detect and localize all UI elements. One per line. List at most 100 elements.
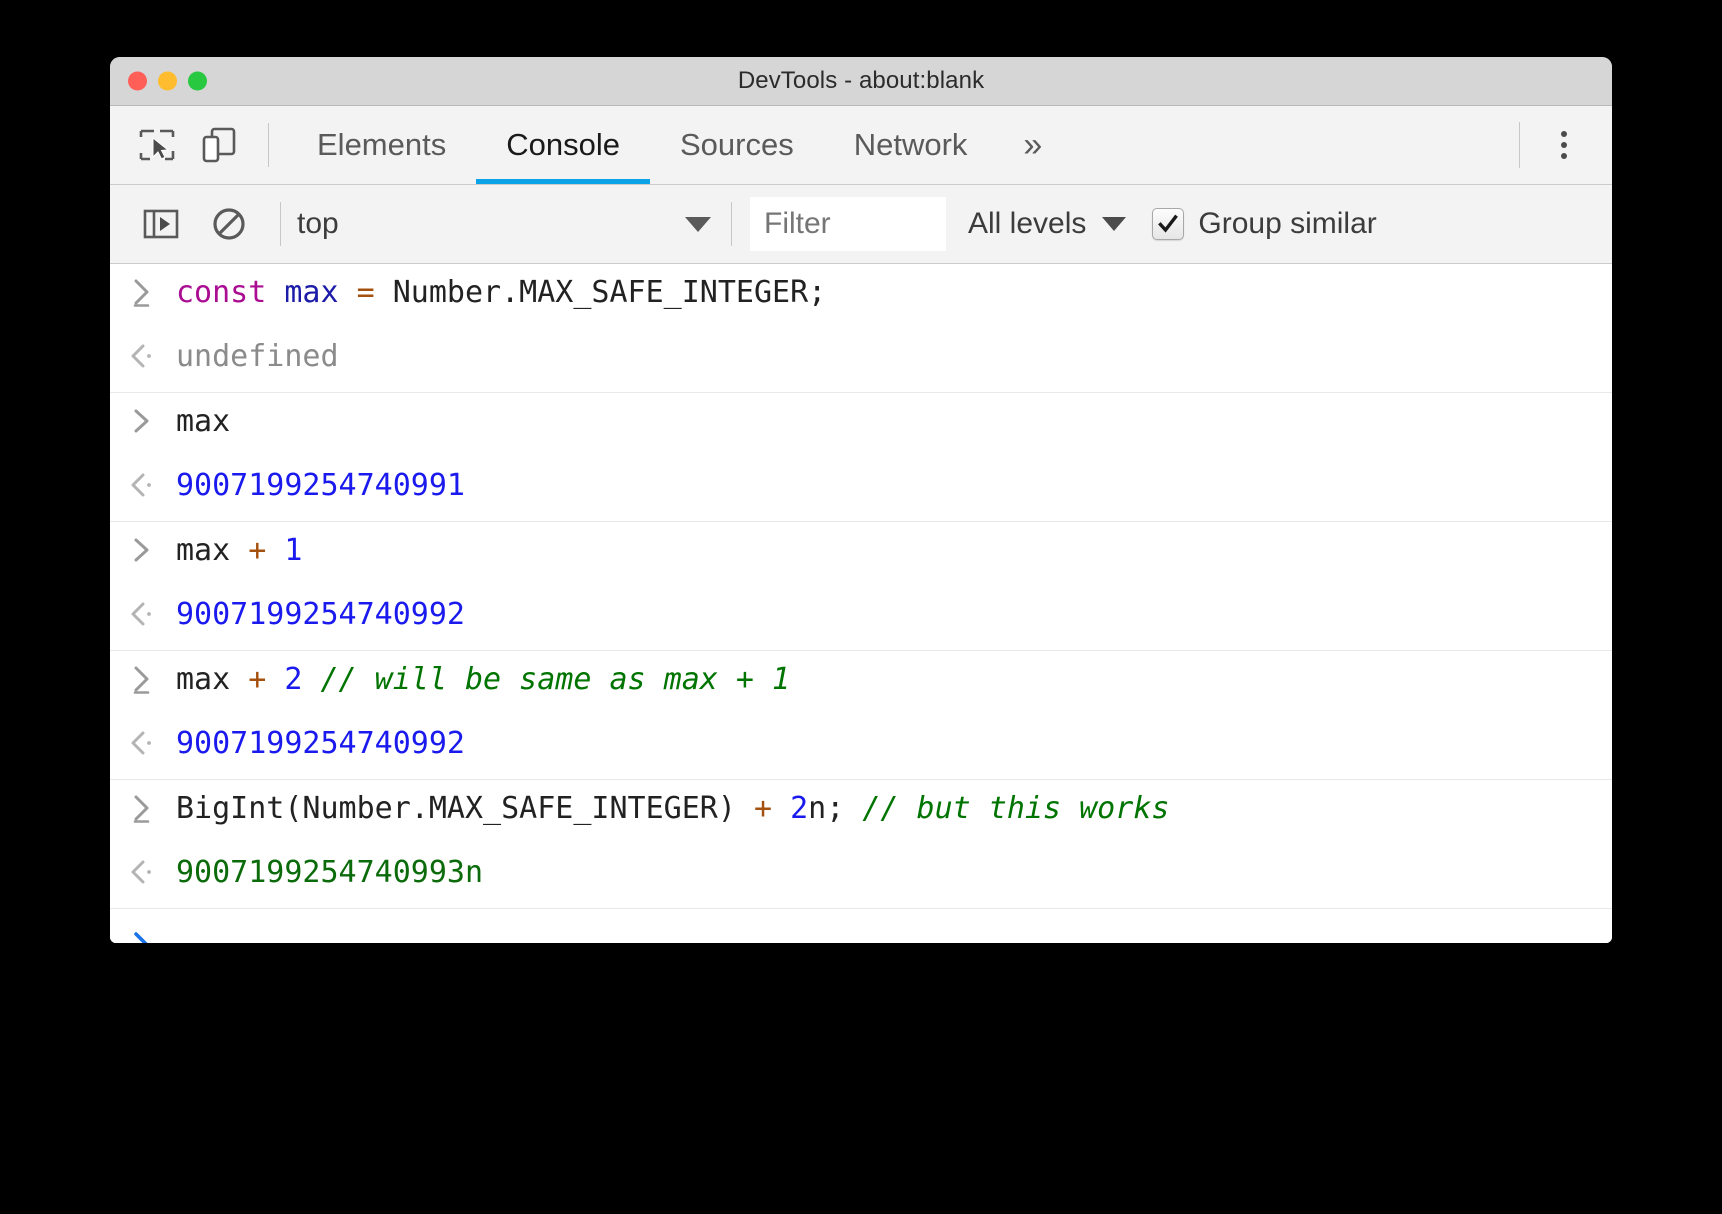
console-input-row[interactable]: max + 1 xyxy=(110,522,1612,586)
token-plain: BigInt(Number.MAX_SAFE_INTEGER) xyxy=(176,791,754,826)
token-plain xyxy=(266,662,284,697)
token-plain xyxy=(339,275,357,310)
token-kw: const xyxy=(176,275,266,310)
tab-network-label: Network xyxy=(854,127,968,163)
more-tabs-label: » xyxy=(1023,126,1042,165)
console-output-text: 9007199254740992 xyxy=(176,595,483,635)
token-num: 2 xyxy=(284,662,302,697)
console-output-row[interactable]: 9007199254740992 xyxy=(110,586,1612,651)
tab-console[interactable]: Console xyxy=(476,106,650,184)
token-undef: undefined xyxy=(176,339,339,374)
token-num: 1 xyxy=(284,533,302,568)
window-controls xyxy=(128,72,207,91)
zoom-button[interactable] xyxy=(188,72,207,91)
close-button[interactable] xyxy=(128,72,147,91)
console-input-row[interactable]: const max = Number.MAX_SAFE_INTEGER; xyxy=(110,264,1612,328)
more-tabs-icon[interactable]: » xyxy=(997,106,1068,184)
token-var: max xyxy=(284,275,338,310)
output-chevron-icon xyxy=(110,337,176,371)
token-num: 2 xyxy=(790,791,808,826)
tab-network[interactable]: Network xyxy=(824,106,998,184)
toolbar-divider xyxy=(268,123,269,167)
console-output-text: 9007199254740991 xyxy=(176,466,483,506)
tab-elements-label: Elements xyxy=(317,127,446,163)
console-message-list[interactable]: const max = Number.MAX_SAFE_INTEGER;unde… xyxy=(110,264,1612,909)
console-output-text: 9007199254740993n xyxy=(176,853,501,893)
console-prompt-row[interactable] xyxy=(110,909,1612,943)
window-title: DevTools - about:blank xyxy=(110,67,1612,95)
toolbar-divider-2 xyxy=(731,202,732,246)
console-input-row[interactable]: BigInt(Number.MAX_SAFE_INTEGER) + 2n; //… xyxy=(110,780,1612,844)
token-op: + xyxy=(248,662,266,697)
token-op: + xyxy=(754,791,772,826)
output-chevron-icon xyxy=(110,595,176,629)
kebab-dot-1 xyxy=(1561,131,1567,137)
kebab-dot-2 xyxy=(1561,142,1567,148)
chevron-down-icon xyxy=(1102,217,1126,231)
token-plain xyxy=(772,791,790,826)
console-input-text: const max = Number.MAX_SAFE_INTEGER; xyxy=(176,273,844,313)
console-output-text: 9007199254740992 xyxy=(176,724,483,764)
token-plain xyxy=(266,275,284,310)
chevron-down-icon xyxy=(685,217,711,232)
token-num: 9007199254740992 xyxy=(176,597,465,632)
console-input-text: max + 2 // will be same as max + 1 xyxy=(176,660,808,700)
tab-sources[interactable]: Sources xyxy=(650,106,824,184)
console-output-row[interactable]: 9007199254740993n xyxy=(110,844,1612,909)
token-plain: n; xyxy=(808,791,862,826)
device-toolbar-icon[interactable] xyxy=(194,122,244,168)
token-plain: max xyxy=(176,404,230,439)
clear-console-icon[interactable] xyxy=(202,199,256,249)
output-chevron-icon xyxy=(110,724,176,758)
tab-console-label: Console xyxy=(506,127,620,163)
more-options-icon[interactable] xyxy=(1542,121,1586,169)
filter-input[interactable] xyxy=(750,197,946,251)
tabbar-right-group xyxy=(1519,121,1612,169)
console-output-row[interactable]: 9007199254740991 xyxy=(110,457,1612,522)
log-levels-select[interactable]: All levels xyxy=(968,207,1126,241)
console-input-row[interactable]: max xyxy=(110,393,1612,457)
token-comment: // but this works xyxy=(862,791,1169,826)
window-titlebar: DevTools - about:blank xyxy=(110,57,1612,106)
console-input-text: max xyxy=(176,402,248,442)
output-chevron-icon xyxy=(110,466,176,500)
panel-tabs: Elements Console Sources Network » xyxy=(287,106,1068,184)
token-plain: max xyxy=(176,533,248,568)
execution-context-select[interactable]: top xyxy=(297,207,727,241)
input-chevron-icon xyxy=(110,660,176,694)
console-toolbar: top All levels Group similar xyxy=(110,185,1612,264)
token-plain: max xyxy=(176,662,248,697)
log-levels-label: All levels xyxy=(968,207,1086,241)
tab-elements[interactable]: Elements xyxy=(287,106,476,184)
inspect-element-icon[interactable] xyxy=(132,122,182,168)
checkmark-icon xyxy=(1157,213,1179,235)
token-bigint: 9007199254740993n xyxy=(176,855,483,890)
devtools-tabbar: Elements Console Sources Network » xyxy=(110,106,1612,185)
token-plain xyxy=(266,533,284,568)
input-chevron-icon xyxy=(110,789,176,823)
group-similar-label: Group similar xyxy=(1198,207,1376,241)
console-output-text: undefined xyxy=(176,337,357,377)
console-input-row[interactable]: max + 2 // will be same as max + 1 xyxy=(110,651,1612,715)
prompt-chevron-icon xyxy=(110,929,176,943)
token-plain xyxy=(302,662,320,697)
console-sidebar-icon[interactable] xyxy=(134,199,188,249)
input-chevron-icon xyxy=(110,531,176,565)
token-comment: // will be same as max + 1 xyxy=(321,662,791,697)
console-output-row[interactable]: undefined xyxy=(110,328,1612,393)
token-plain: Number.MAX_SAFE_INTEGER; xyxy=(375,275,827,310)
token-num: 9007199254740991 xyxy=(176,468,465,503)
tab-sources-label: Sources xyxy=(680,127,794,163)
toolbar-divider-1 xyxy=(280,202,281,246)
token-op: + xyxy=(248,533,266,568)
token-op: = xyxy=(357,275,375,310)
execution-context-label: top xyxy=(297,207,339,241)
group-similar-checkbox[interactable] xyxy=(1152,208,1184,240)
console-input-text: BigInt(Number.MAX_SAFE_INTEGER) + 2n; //… xyxy=(176,789,1187,829)
token-num: 9007199254740992 xyxy=(176,726,465,761)
input-chevron-icon xyxy=(110,273,176,307)
console-output-row[interactable]: 9007199254740992 xyxy=(110,715,1612,780)
group-similar-toggle[interactable]: Group similar xyxy=(1152,207,1376,241)
output-chevron-icon xyxy=(110,853,176,887)
minimize-button[interactable] xyxy=(158,72,177,91)
